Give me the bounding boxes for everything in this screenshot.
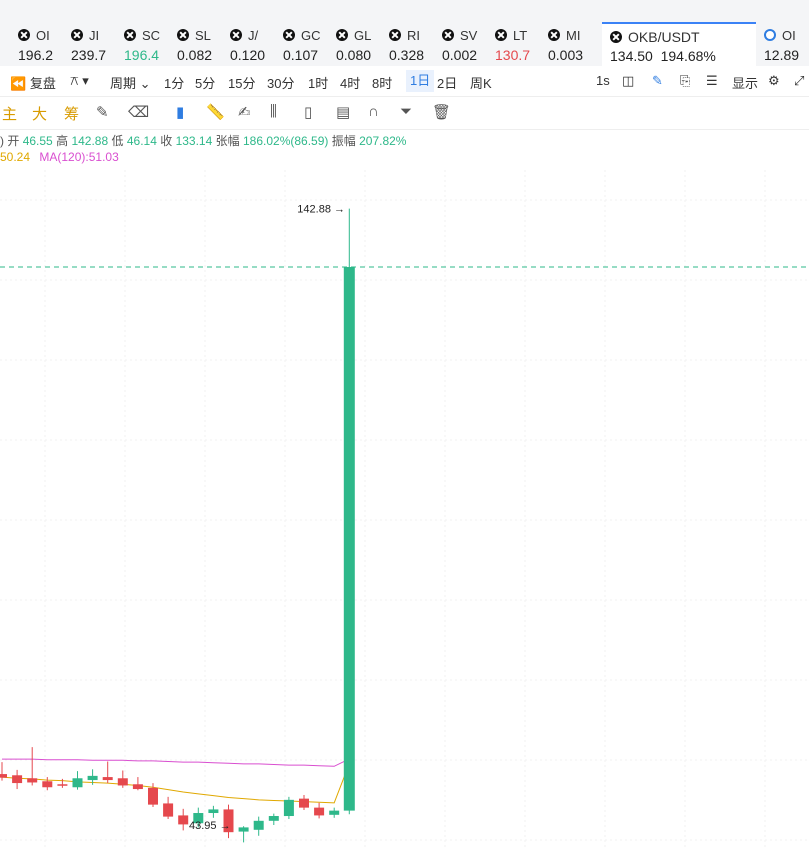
candlestick-chart[interactable]: 142.88 → 43.95 → xyxy=(0,0,809,849)
candle-body xyxy=(102,777,113,781)
candle-body xyxy=(253,820,264,830)
candle-body xyxy=(268,816,279,821)
candle-body xyxy=(12,775,23,784)
candle-body xyxy=(299,798,309,808)
candle-body xyxy=(72,778,83,788)
candle-body xyxy=(178,815,189,825)
candle-body xyxy=(57,784,68,786)
candle-body xyxy=(238,827,249,832)
candle-body xyxy=(87,775,98,781)
high-marker-label: 142.88 → xyxy=(297,204,345,216)
candle-body xyxy=(0,774,7,778)
candle-body xyxy=(208,809,219,814)
candle-body xyxy=(314,807,325,816)
candle-body xyxy=(132,784,143,790)
candle-body xyxy=(329,810,340,815)
low-marker-label: 43.95 → xyxy=(189,820,231,832)
candle-body xyxy=(42,781,53,788)
candle-body xyxy=(343,267,355,811)
candle-body xyxy=(163,803,174,817)
candle-body xyxy=(27,778,38,783)
candle-body xyxy=(148,787,158,805)
candle-body xyxy=(283,799,294,817)
ma30-line xyxy=(1,763,350,804)
candle-body xyxy=(117,778,128,786)
